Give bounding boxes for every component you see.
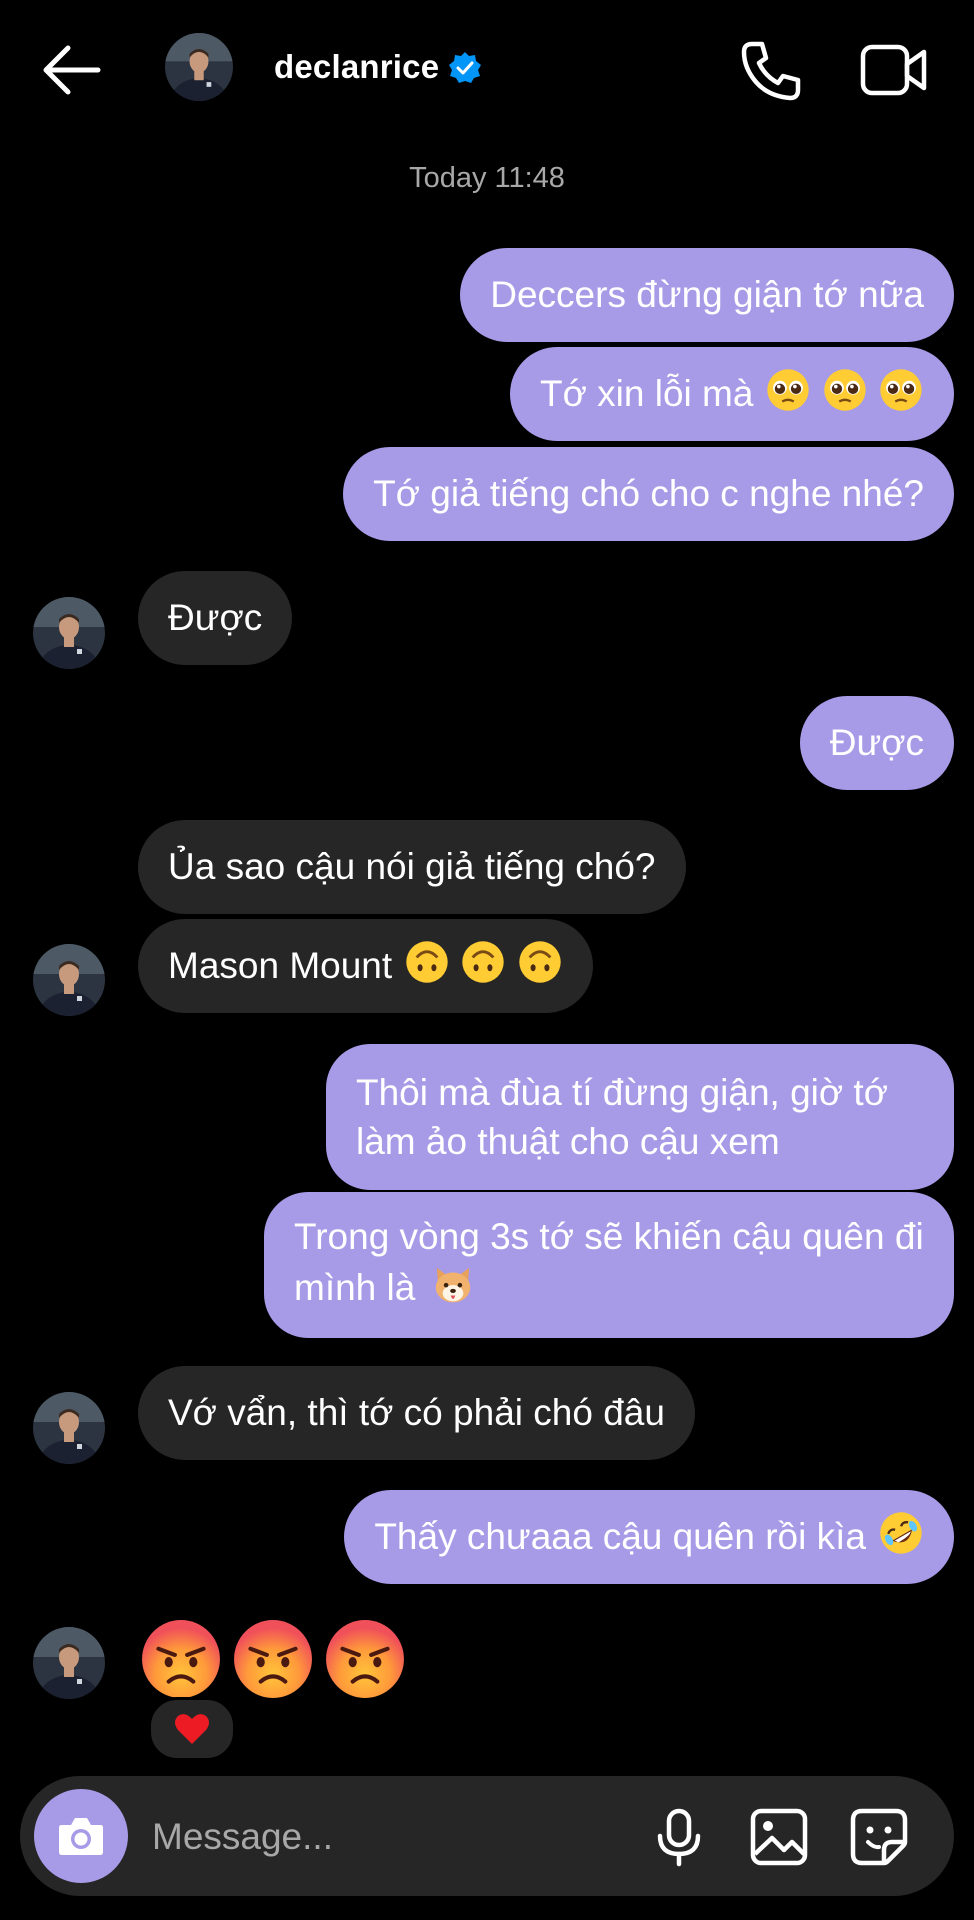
- avatar[interactable]: [33, 1627, 105, 1699]
- username[interactable]: declanrice: [274, 48, 439, 86]
- message-text: Vớ vẩn, thì tớ có phải chó đâu: [168, 1392, 665, 1433]
- message-composer: [20, 1776, 954, 1896]
- outgoing-message[interactable]: Deccers đừng giận tớ nữa: [460, 248, 954, 342]
- phone-icon[interactable]: [738, 38, 804, 104]
- verified-badge-icon: [449, 52, 481, 83]
- message-text: Mason Mount: [168, 945, 393, 986]
- outgoing-message[interactable]: Được: [799, 696, 954, 790]
- message-text: Tớ xin lỗi mà: [540, 373, 754, 414]
- heart-icon: [175, 1714, 209, 1744]
- outgoing-message[interactable]: Thôi mà đùa tí đừng giận, giờ tớ làm ảo …: [326, 1044, 954, 1190]
- message-text: Được: [829, 722, 924, 763]
- microphone-icon[interactable]: [648, 1806, 710, 1868]
- chat-header: declanrice: [0, 0, 974, 140]
- angry-face-icon: [324, 1618, 406, 1700]
- avatar[interactable]: [33, 597, 105, 669]
- avatar[interactable]: [33, 1392, 105, 1464]
- message-text-part: Trong vòng 3s tớ sẽ khiến cậu quên đi mì…: [294, 1215, 924, 1308]
- message-text: Deccers đừng giận tớ nữa: [490, 274, 924, 315]
- outgoing-message[interactable]: Tớ xin lỗi mà: [510, 347, 954, 441]
- back-arrow-icon[interactable]: [40, 40, 104, 100]
- message-text: Được: [168, 597, 263, 638]
- message-text: Thấy chưaaa cậu quên rồi kìa: [374, 1516, 866, 1557]
- incoming-message[interactable]: Mason Mount: [138, 919, 593, 1013]
- rolling-on-floor-laughing-icon: [878, 1509, 924, 1565]
- camera-icon: [59, 1818, 103, 1855]
- angry-face-icon: [232, 1618, 314, 1700]
- chat-timestamp: Today 11:48: [409, 162, 565, 194]
- message-text: Thôi mà đùa tí đừng giận, giờ tớ làm ảo …: [356, 1072, 888, 1162]
- outgoing-message[interactable]: Tớ giả tiếng chó cho c nghe nhé?: [343, 447, 954, 541]
- outgoing-message[interactable]: Thấy chưaaa cậu quên rồi kìa: [344, 1490, 954, 1584]
- sticker-icon[interactable]: [848, 1806, 910, 1868]
- dog-face-icon: [430, 1261, 476, 1319]
- avatar[interactable]: [165, 33, 233, 101]
- video-camera-icon[interactable]: [860, 42, 928, 98]
- pleading-face-icon: [765, 367, 924, 422]
- heart-reaction[interactable]: [148, 1697, 236, 1761]
- incoming-message[interactable]: Ủa sao cậu nói giả tiếng chó?: [138, 820, 686, 914]
- upside-down-face-icon: [404, 939, 563, 994]
- message-text: Tớ giả tiếng chó cho c nghe nhé?: [373, 473, 924, 514]
- angry-face-icon: [140, 1618, 222, 1700]
- incoming-emoji-message[interactable]: [140, 1618, 406, 1700]
- outgoing-message[interactable]: Trong vòng 3s tớ sẽ khiến cậu quên đi mì…: [264, 1192, 954, 1338]
- avatar[interactable]: [33, 944, 105, 1016]
- camera-button[interactable]: [34, 1789, 128, 1883]
- message-text: Trong vòng 3s tớ sẽ khiến cậu quên đi mì…: [294, 1212, 924, 1319]
- incoming-message[interactable]: Được: [138, 571, 293, 665]
- message-input[interactable]: [150, 1802, 634, 1872]
- incoming-message[interactable]: Vớ vẩn, thì tớ có phải chó đâu: [138, 1366, 695, 1460]
- message-text: Ủa sao cậu nói giả tiếng chó?: [168, 846, 656, 887]
- gallery-icon[interactable]: [748, 1806, 810, 1868]
